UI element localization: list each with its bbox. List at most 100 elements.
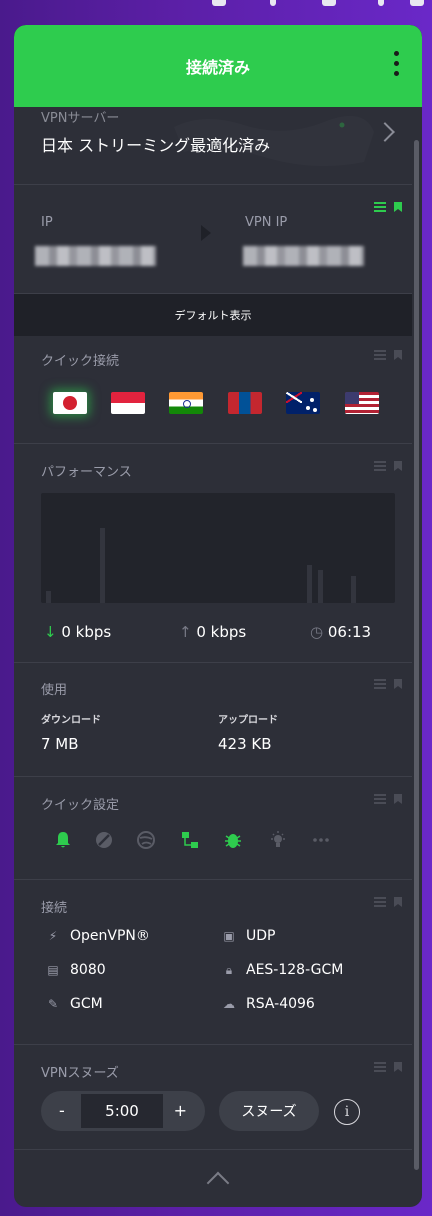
connection-status-header: 接続済み (14, 25, 422, 107)
tray-icon[interactable] (270, 0, 276, 6)
arrow-down-icon: ↓ (44, 623, 57, 641)
download-usage-value: 7 MB (41, 735, 79, 753)
singapore-flag-icon[interactable] (111, 392, 145, 414)
mongolia-flag-icon[interactable] (228, 392, 262, 414)
performance-title: パフォーマンス (41, 465, 132, 480)
globe-icon[interactable] (136, 830, 156, 850)
graph-bar (46, 591, 51, 603)
key-value: RSA-4096 (246, 996, 315, 1012)
decrease-button[interactable]: - (59, 1101, 65, 1120)
reorder-icon[interactable] (374, 1062, 386, 1072)
japan-flag-icon[interactable] (53, 392, 87, 414)
pin-icon[interactable] (394, 679, 402, 689)
server-section[interactable]: VPNサーバー 日本 ストリーミング最適化済み (14, 107, 412, 185)
network-icon[interactable] (180, 830, 200, 850)
tray-icon[interactable] (378, 0, 384, 6)
cipher-row: 🔒︎ AES-128-GCM (222, 962, 344, 978)
india-flag-icon[interactable] (169, 392, 203, 414)
snooze-time-stepper: - 5:00 + (41, 1091, 205, 1131)
drag-handle[interactable] (374, 794, 402, 804)
bell-icon[interactable] (53, 830, 73, 850)
connection-status: 接続済み (185, 58, 250, 77)
quick-connect-title: クイック接続 (41, 354, 120, 369)
kebab-menu-icon[interactable] (392, 51, 400, 81)
plug-icon: ⚡ (48, 929, 58, 943)
bandwidth-graph (41, 493, 395, 603)
block-icon[interactable] (94, 830, 114, 850)
reorder-icon[interactable] (374, 461, 386, 471)
upload-usage-label: アップロード (218, 715, 278, 726)
quick-settings-section: クイック設定 (14, 777, 412, 880)
default-view-bar[interactable]: デフォルト表示 (14, 294, 412, 336)
usage-title: 使用 (41, 683, 68, 698)
mode-value: GCM (70, 996, 103, 1012)
snooze-time-value[interactable]: 5:00 (81, 1094, 163, 1128)
protocol-value: OpenVPN® (70, 928, 150, 944)
cipher-value: AES-128-GCM (246, 962, 344, 978)
connection-duration-value: 06:13 (327, 623, 372, 641)
australia-flag-icon[interactable] (286, 392, 320, 414)
arrow-up-icon: ↑ (179, 623, 192, 641)
tray-icon[interactable] (410, 0, 424, 6)
reorder-icon[interactable] (374, 794, 386, 804)
tray-icon[interactable] (322, 0, 336, 6)
drag-handle[interactable] (374, 897, 402, 907)
ip-value-blurred (35, 246, 156, 266)
protocol-row: ⚡ OpenVPN® (46, 928, 150, 944)
server-name: 日本 ストリーミング最適化済み (41, 136, 271, 155)
quick-settings-title: クイック設定 (41, 798, 120, 813)
ip-section: IP VPN IP (14, 185, 412, 294)
upload-usage-value: 423 KB (218, 735, 272, 753)
ip-label: IP (41, 215, 53, 230)
transport-icon: ▣ (223, 929, 235, 943)
mode-row: ✎ GCM (46, 996, 103, 1012)
snooze-button[interactable]: スヌーズ (219, 1091, 319, 1131)
reorder-icon[interactable] (374, 202, 386, 212)
key-row: ☁ RSA-4096 (222, 996, 315, 1012)
scrollbar[interactable] (414, 140, 419, 1170)
info-icon[interactable]: i (334, 1099, 360, 1125)
drag-handle[interactable] (374, 679, 402, 689)
key-icon: ✎ (47, 997, 59, 1011)
clock-icon: ◷ (310, 623, 324, 641)
download-speed-value: 0 kbps (61, 623, 112, 641)
drag-handle[interactable] (374, 350, 402, 360)
reorder-icon[interactable] (374, 679, 386, 689)
chevron-up-icon[interactable] (206, 1171, 230, 1195)
pin-icon[interactable] (394, 897, 402, 907)
graph-bar (307, 565, 312, 603)
pin-icon[interactable] (394, 1062, 402, 1072)
cloud-icon: ☁ (223, 997, 235, 1011)
drag-handle[interactable] (374, 1062, 402, 1072)
graph-bar (100, 528, 105, 603)
vpn-panel: 接続済み VPNサーバー 日本 ストリーミング最適化済み IP VPN IP デ… (14, 25, 422, 1207)
port-value: 8080 (70, 962, 106, 978)
vpn-ip-label: VPN IP (245, 215, 288, 230)
more-icon[interactable] (311, 830, 331, 850)
download-usage-label: ダウンロード (41, 715, 101, 726)
increase-button[interactable]: + (174, 1101, 187, 1120)
graph-bar (318, 570, 323, 603)
pin-icon[interactable] (394, 350, 402, 360)
drag-handle[interactable] (374, 461, 402, 471)
bug-icon[interactable] (223, 830, 243, 850)
drag-handle[interactable] (374, 202, 402, 212)
reorder-icon[interactable] (374, 897, 386, 907)
united-states-flag-icon[interactable] (345, 392, 379, 414)
reorder-icon[interactable] (374, 350, 386, 360)
pin-icon[interactable] (394, 794, 402, 804)
vpn-ip-value-blurred (243, 246, 364, 266)
port-row: ▤ 8080 (46, 962, 106, 978)
pin-icon[interactable] (394, 461, 402, 471)
tray-icon[interactable] (212, 0, 226, 6)
taskbar-strip (0, 0, 432, 8)
upload-speed-value: 0 kbps (196, 623, 247, 641)
transport-row: ▣ UDP (222, 928, 275, 944)
graph-bar (351, 576, 356, 603)
transport-value: UDP (246, 928, 276, 944)
snooze-title: VPNスヌーズ (41, 1066, 119, 1081)
lock-icon: 🔒︎ (225, 962, 233, 977)
pin-icon[interactable] (394, 202, 402, 212)
bulb-icon[interactable] (268, 830, 288, 850)
server-label: VPNサーバー (41, 111, 120, 126)
